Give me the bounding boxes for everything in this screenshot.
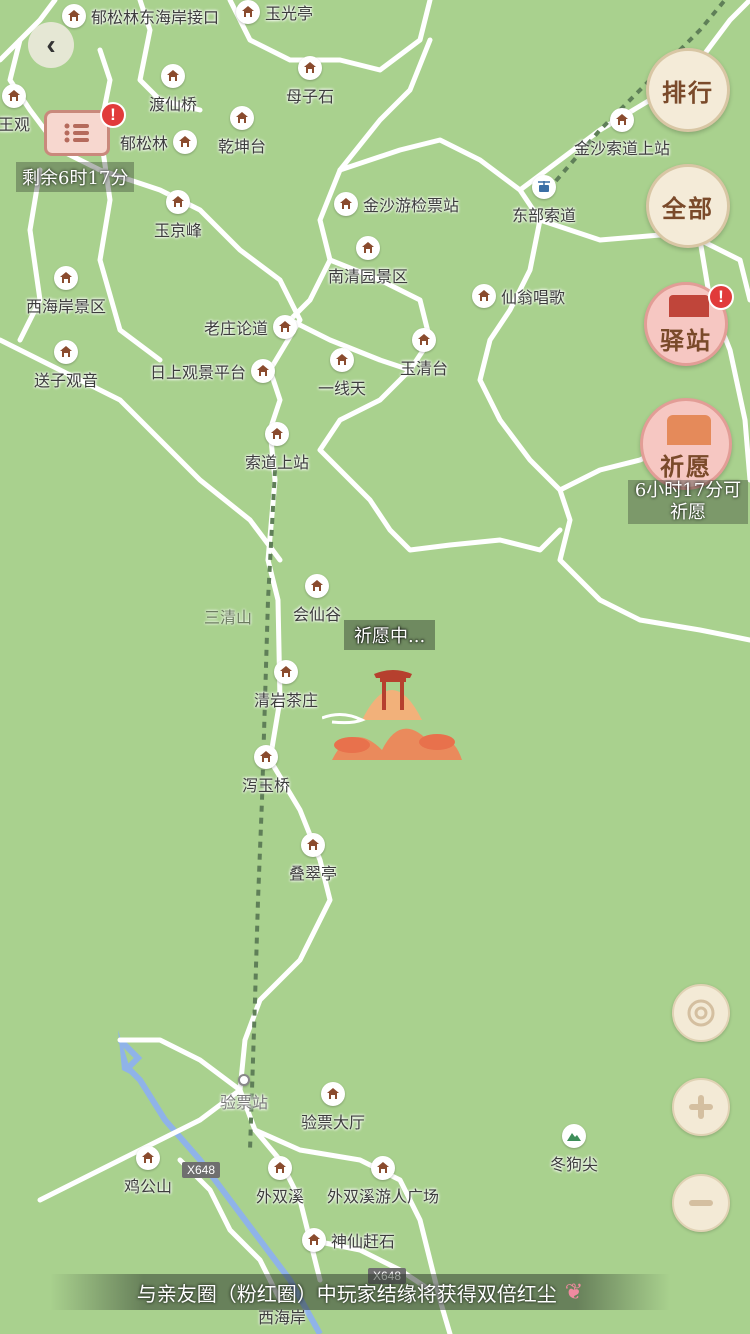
bottom-banner: 与亲友圈（粉红圈）中玩家结缘将获得双倍红尘 ❦ [50, 1274, 670, 1310]
poi-xieyu-bridge[interactable]: 泻玉桥 [242, 745, 290, 796]
pavilion-icon [251, 359, 276, 383]
pavilion-icon [62, 4, 86, 28]
pavilion-icon [609, 108, 634, 132]
locate-button[interactable] [672, 984, 730, 1042]
pavilion-icon [334, 192, 358, 216]
pavilion-icon [302, 1228, 326, 1252]
poi-yusonglin[interactable]: 郁松林 [120, 130, 198, 154]
pavilion-icon [370, 1156, 395, 1180]
poi-yixiantian[interactable]: 一线天 [318, 348, 366, 399]
poi-waishuangxi-plaza[interactable]: 外双溪游人广场 [327, 1156, 439, 1207]
pavilion-icon [355, 236, 380, 260]
pavilion-icon [135, 1146, 160, 1170]
pavilion-icon [264, 422, 289, 446]
cable-car-icon [531, 175, 556, 199]
gate-icon [669, 295, 709, 317]
pavilion-icon [53, 340, 78, 364]
pavilion-icon [297, 56, 322, 80]
pavilion-icon [160, 64, 185, 88]
pavilion-icon [253, 745, 278, 769]
alert-badge: ! [708, 284, 734, 310]
poi-sunrise-viewpoint[interactable]: 日上观景平台 [150, 359, 276, 383]
all-button[interactable]: 全部 [646, 164, 730, 248]
pavilion-icon [320, 1082, 345, 1106]
ranking-button[interactable]: 排行 [646, 48, 730, 132]
poi-ticket-check-station[interactable]: 验票站 [220, 1074, 268, 1113]
pavilion-icon [273, 660, 298, 684]
road-tag: X648 [182, 1162, 221, 1178]
poi-jigong-mountain[interactable]: 鸡公山 [124, 1146, 172, 1197]
poi-huixian-valley[interactable]: 会仙谷 [293, 574, 341, 625]
poi-qiankun-terrace[interactable]: 乾坤台 [218, 106, 266, 157]
pavilion-icon [1, 84, 26, 108]
banner-text: 与亲友圈（粉红圈）中玩家结缘将获得双倍红尘 [136, 1281, 557, 1306]
temple-mountain-icon [321, 670, 462, 760]
wishing-status-label: 祈愿中... [344, 620, 436, 650]
station-dot-icon [237, 1074, 250, 1086]
minus-icon [689, 1200, 713, 1206]
poi-west-coast-scenic[interactable]: 西海岸景区 [26, 266, 106, 317]
pavilion-icon [236, 0, 260, 24]
plus-icon [689, 1095, 713, 1119]
pavilion-icon [472, 284, 496, 308]
poi-muzi-stone[interactable]: 母子石 [286, 56, 334, 107]
poi-yuqing-terrace[interactable]: 玉清台 [400, 328, 448, 379]
poi-donggou-peak[interactable]: 冬狗尖 [550, 1124, 598, 1175]
pavilion-icon [229, 106, 254, 130]
poi-nanqingyuan-scenic[interactable]: 南清园景区 [328, 236, 408, 287]
wish-button[interactable]: 祈愿 [640, 398, 732, 490]
pavilion-icon [165, 190, 190, 214]
pavilion-icon [173, 130, 198, 154]
scroll-task-countdown: 剩余6时17分 [16, 162, 135, 192]
pavilion-icon [273, 315, 298, 339]
pavilion-icon [304, 574, 329, 598]
pavilion-icon [329, 348, 354, 372]
wishing-temple-marker[interactable] [321, 650, 464, 770]
wish-countdown: 6小时17分可 祈愿 [628, 480, 748, 524]
poi-duxian-bridge[interactable]: 渡仙桥 [149, 64, 197, 115]
back-button[interactable]: ‹ [28, 22, 74, 68]
pavilion-icon [53, 266, 78, 290]
poi-waishuangxi[interactable]: 外双溪 [256, 1156, 304, 1207]
poi-yujing-peak[interactable]: 玉京峰 [154, 190, 202, 241]
chevron-left-icon: ‹ [46, 29, 56, 60]
poi-wangguan[interactable]: 王观 [0, 84, 30, 135]
poi-qingyan-teahouse[interactable]: 清岩茶庄 [254, 660, 318, 711]
target-icon [687, 999, 715, 1027]
butterfly-icon: ❦ [564, 1279, 584, 1304]
poi-bus-transfer[interactable]: 郁松林东海岸接口 [62, 4, 219, 28]
poi-jinsha-ticket-station[interactable]: 金沙游检票站 [334, 192, 459, 216]
alert-badge: ! [100, 102, 126, 128]
zoom-in-button[interactable] [672, 1078, 730, 1136]
poi-ticket-hall[interactable]: 验票大厅 [301, 1082, 365, 1133]
pavilion-icon [411, 328, 436, 352]
poi-songzi-guanyin[interactable]: 送子观音 [34, 340, 98, 391]
poi-diecui-pavilion[interactable]: 叠翠亭 [289, 833, 337, 884]
poi-laozhuang-lundao[interactable]: 老庄论道 [204, 315, 298, 339]
poi-cableway-top-station[interactable]: 索道上站 [245, 422, 309, 473]
zoom-out-button[interactable] [672, 1174, 730, 1232]
scroll-task-button[interactable]: ! [38, 102, 126, 164]
pavilion-icon [300, 833, 325, 857]
mountain-icon [561, 1124, 586, 1148]
pavilion-icon [267, 1156, 292, 1180]
pavilion-icon [667, 415, 711, 445]
poi-east-cableway[interactable]: 东部索道 [512, 175, 576, 226]
poi-xianweng-singing[interactable]: 仙翁唱歌 [472, 284, 565, 308]
poi-shenxian-ganshi[interactable]: 神仙赶石 [302, 1228, 395, 1252]
area-label-sanqingshan: 三清山 [204, 610, 253, 627]
poi-yuguang-pavilion[interactable]: 玉光亭 [236, 0, 313, 24]
